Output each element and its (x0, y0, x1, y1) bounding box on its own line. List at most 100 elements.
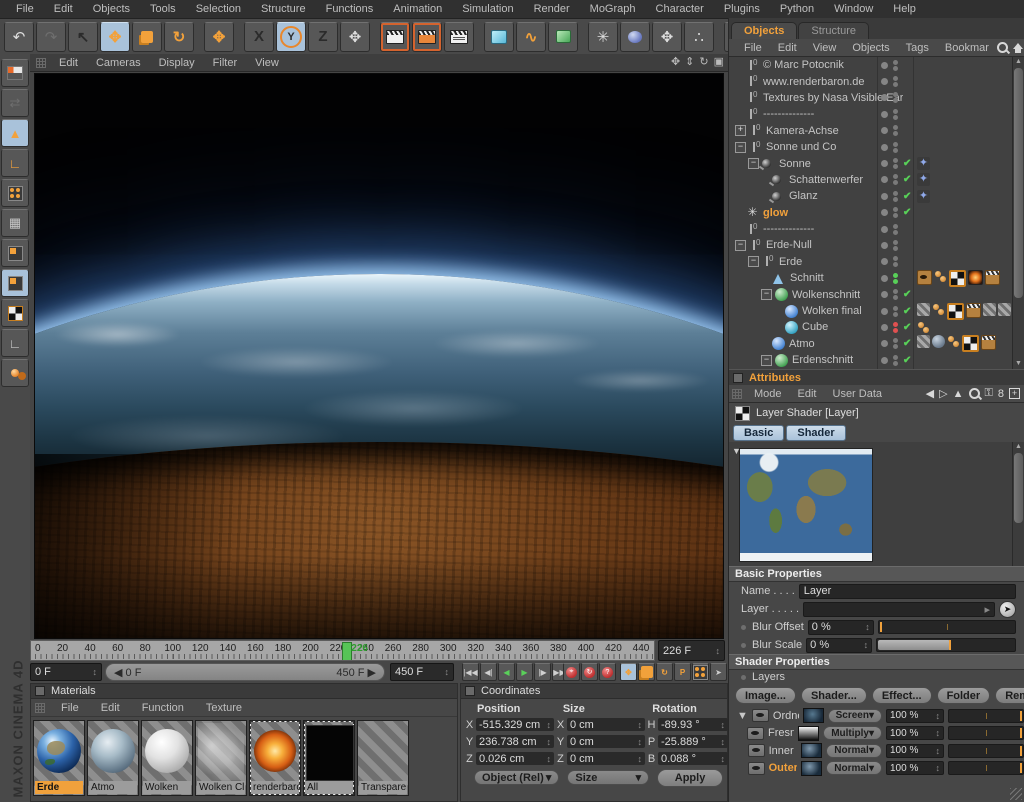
undo-button[interactable]: ↶ (4, 22, 34, 52)
material-item[interactable]: Erde (33, 720, 85, 796)
materials-menu-edit[interactable]: Edit (91, 702, 130, 714)
visibility-dots[interactable] (893, 355, 898, 366)
viewport-menu-edit[interactable]: Edit (50, 57, 87, 69)
layer-thumbnail[interactable] (801, 743, 822, 758)
sphere-tag-icon[interactable] (932, 335, 945, 348)
coord-field-y-size[interactable]: 0 cm↕ (567, 735, 645, 748)
stepper-arrows-icon[interactable]: ↕ (721, 754, 726, 764)
layer-dot[interactable] (881, 242, 888, 249)
autokey-button[interactable]: ↻ (581, 663, 598, 681)
om-menu-view[interactable]: View (805, 42, 845, 54)
scroll-up-icon[interactable]: ▲ (1013, 442, 1024, 452)
shader-layer-row[interactable]: FresnelMultiply▾100 %↕ (729, 725, 1024, 743)
layer-opacity-slider[interactable] (948, 761, 1024, 775)
dots-tag-icon[interactable] (917, 321, 930, 334)
tree-row[interactable]: -------------- (729, 221, 1024, 237)
texture-axis-mode-button[interactable]: ∟ (1, 329, 29, 357)
tree-row[interactable]: −Erde-Null (729, 237, 1024, 253)
attr-menu-user-data[interactable]: User Data (825, 388, 891, 400)
materials-menu-file[interactable]: File (51, 702, 89, 714)
tree-row[interactable]: © Marc Potocnik (729, 57, 1024, 73)
play-forwards-button[interactable]: ▶ (516, 663, 533, 681)
slider-handle[interactable] (1020, 728, 1022, 738)
visibility-dots[interactable] (893, 240, 898, 251)
layer-dot[interactable] (881, 193, 888, 200)
material-item[interactable]: Transparen (357, 720, 409, 796)
visibility-dots[interactable] (893, 322, 898, 333)
parent-icon[interactable]: ▲ (953, 388, 964, 400)
model-mode-button[interactable]: ▲ (1, 119, 29, 147)
panel-grip[interactable] (732, 389, 742, 399)
add-spline-menu[interactable]: ∿ (516, 22, 546, 52)
material-item[interactable]: Wolken Cl (195, 720, 247, 796)
layer-input[interactable]: ▸ (803, 602, 995, 617)
link-icon[interactable]: 8 (998, 388, 1004, 400)
enabled-check-icon[interactable]: ✔ (903, 322, 911, 333)
visibility-dots[interactable] (893, 76, 898, 87)
shader-layer-row[interactable]: ▼OrdnerScreen▾100 %↕ (729, 707, 1024, 725)
materials-menu-function[interactable]: Function (132, 702, 194, 714)
search-icon[interactable] (997, 42, 1008, 53)
viewport-menu-filter[interactable]: Filter (204, 57, 246, 69)
scroll-up-icon[interactable]: ▲ (1013, 57, 1024, 67)
layer-visibility-icon[interactable] (752, 709, 769, 722)
layer-thumbnail[interactable] (798, 726, 819, 741)
materials-titlebar[interactable]: Materials (31, 684, 457, 699)
viewport-menu-cameras[interactable]: Cameras (87, 57, 150, 69)
next-key-button[interactable]: |▶ (534, 663, 551, 681)
checker-tag-icon[interactable] (962, 335, 979, 352)
stepper-arrows-icon[interactable]: ↕ (638, 737, 643, 747)
attributes-scrollbar[interactable]: ▲ (1012, 442, 1024, 566)
keyframe-position-toggle[interactable]: ✥ (620, 663, 637, 681)
checker-tag-icon[interactable] (947, 303, 964, 320)
layer-dot[interactable] (881, 357, 888, 364)
collapse-icon[interactable]: − (761, 289, 772, 300)
animation-dot-icon[interactable] (741, 625, 746, 630)
lock-icon[interactable]: ⚿ (985, 387, 993, 400)
add-metaball-menu[interactable] (620, 22, 650, 52)
layer-dot[interactable] (881, 111, 888, 118)
collapse-icon[interactable]: − (761, 355, 772, 366)
coord-size-dropdown[interactable]: Size▾ (567, 770, 649, 785)
view-maximize-icon[interactable]: ▣ (714, 55, 724, 68)
menu-objects[interactable]: Objects (83, 3, 140, 15)
animation-dot-icon[interactable] (741, 643, 746, 648)
visibility-dots[interactable] (893, 224, 898, 235)
tree-row[interactable]: Cube✔ (729, 319, 1024, 335)
dots-tag-icon[interactable] (932, 303, 945, 316)
stepper-arrows-icon[interactable]: ↕ (721, 720, 726, 730)
layer-dot[interactable] (881, 226, 888, 233)
blend-mode-dropdown[interactable]: Multiply▾ (823, 726, 882, 740)
panel-grip[interactable] (36, 58, 46, 68)
scale-tool[interactable] (132, 22, 162, 52)
coord-field-z-size[interactable]: 0 cm↕ (567, 752, 645, 765)
timeline-ruler[interactable]: 0204060801001201401601802002202402602803… (30, 640, 655, 661)
visibility-dots[interactable] (893, 191, 898, 202)
layer-thumbnail[interactable] (803, 708, 824, 723)
visibility-dots[interactable] (893, 306, 898, 317)
object-mode-button[interactable] (1, 269, 29, 297)
lock-x-axis[interactable]: X (244, 22, 274, 52)
enabled-check-icon[interactable]: ✔ (903, 174, 911, 185)
remove-button[interactable]: Remove (995, 687, 1024, 704)
visibility-dots[interactable] (893, 207, 898, 218)
tree-row[interactable]: Schattenwerfer✔✦ (729, 172, 1024, 188)
menu-selection[interactable]: Selection (186, 3, 251, 15)
menu-plugins[interactable]: Plugins (714, 3, 770, 15)
image-button[interactable]: Image... (735, 687, 796, 704)
coordinates-titlebar[interactable]: Coordinates (461, 684, 727, 699)
collapse-icon[interactable]: − (748, 256, 759, 267)
coord-field-z-position[interactable]: 0.026 cm↕ (476, 752, 554, 765)
visibility-dots[interactable] (893, 174, 898, 185)
goto-start-button[interactable]: |◀◀ (462, 663, 479, 681)
slider-handle[interactable] (949, 640, 951, 650)
layer-opacity-slider[interactable] (948, 726, 1024, 740)
tree-row[interactable]: Atmo✔ (729, 336, 1024, 352)
attr-menu-edit[interactable]: Edit (790, 388, 825, 400)
visibility-dots[interactable] (893, 60, 898, 71)
home-icon[interactable] (1013, 43, 1023, 49)
keyframe-rotation-toggle[interactable]: ↻ (656, 663, 673, 681)
tree-row[interactable]: +Kamera-Achse (729, 123, 1024, 139)
tab-objects[interactable]: Objects (731, 22, 797, 39)
selection-filter-toggle[interactable]: ➤ (710, 663, 727, 681)
